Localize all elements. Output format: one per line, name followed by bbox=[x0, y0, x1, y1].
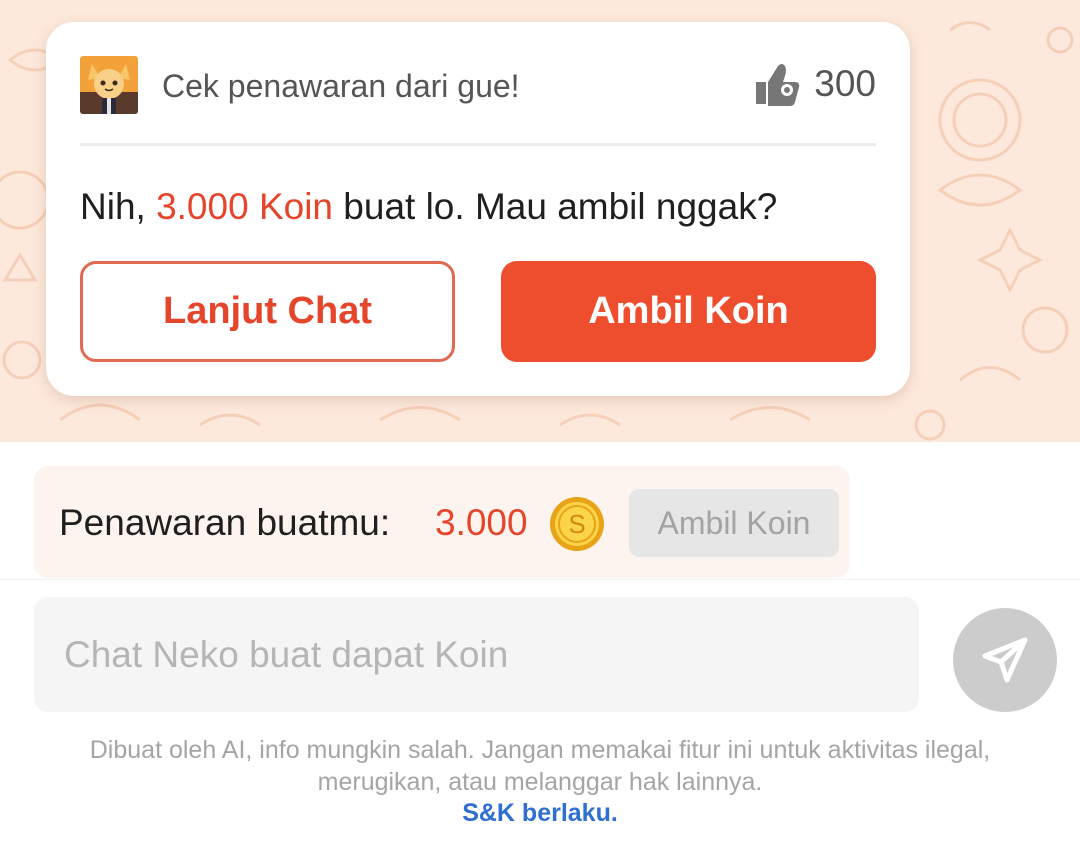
coin-symbol: S bbox=[568, 509, 585, 539]
offer-bar: Penawaran buatmu: 3.000 S Ambil Koin bbox=[34, 466, 850, 578]
card-divider bbox=[80, 143, 876, 146]
chat-input[interactable] bbox=[34, 597, 919, 712]
offer-bar-label: Penawaran buatmu: bbox=[59, 502, 391, 543]
thumbs-up-icon bbox=[756, 64, 800, 106]
offer-bar-amount: 3.000 bbox=[435, 502, 528, 543]
offer-message-amount: 3.000 Koin bbox=[156, 186, 334, 227]
disclaimer-line-1: Dibuat oleh AI, info mungkin salah. Jang… bbox=[89, 736, 991, 764]
avatar bbox=[80, 56, 138, 114]
send-icon bbox=[982, 637, 1028, 683]
chat-background: Cek penawaran dari gue! 300 Nih, 3.000 K… bbox=[0, 0, 1080, 442]
disclaimer-line-2: merugikan, atau melanggar hak lainnya. bbox=[317, 768, 763, 796]
offer-message-suffix: buat lo. Mau ambil nggak? bbox=[333, 186, 778, 227]
offer-card-header: Cek penawaran dari gue! 300 bbox=[80, 56, 876, 116]
offer-card: Cek penawaran dari gue! 300 Nih, 3.000 K… bbox=[46, 22, 910, 396]
likes-count: 300 bbox=[814, 63, 876, 104]
section-divider bbox=[0, 579, 1080, 580]
offer-card-header-text: Cek penawaran dari gue! bbox=[162, 68, 520, 104]
take-coins-disabled-button[interactable]: Ambil Koin bbox=[629, 489, 839, 557]
likes-counter: 300 bbox=[754, 62, 876, 106]
offer-message-prefix: Nih, bbox=[80, 186, 157, 227]
terms-link[interactable]: S&K berlaku. bbox=[0, 799, 1080, 828]
continue-chat-button[interactable]: Lanjut Chat bbox=[80, 261, 455, 362]
take-coins-button[interactable]: Ambil Koin bbox=[501, 261, 876, 362]
send-button[interactable] bbox=[953, 608, 1057, 712]
coin-icon: S bbox=[550, 497, 604, 551]
offer-message: Nih, 3.000 Koin buat lo. Mau ambil nggak… bbox=[80, 186, 777, 228]
ai-disclaimer: Dibuat oleh AI, info mungkin salah. Jang… bbox=[0, 734, 1080, 798]
